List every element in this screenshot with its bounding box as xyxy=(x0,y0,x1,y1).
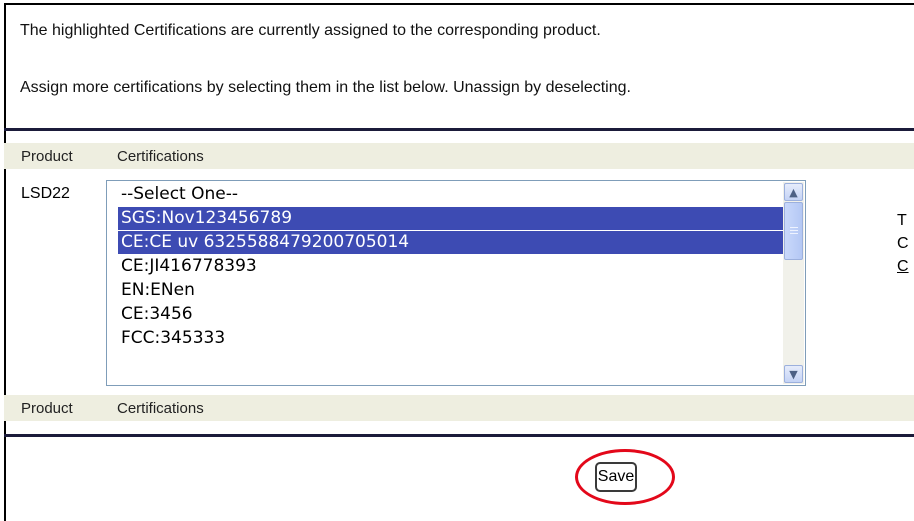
product-name: LSD22 xyxy=(21,185,70,202)
footer-product: Product xyxy=(21,400,73,417)
table-bottom-rule xyxy=(4,434,914,437)
certifications-listbox[interactable]: --Select One-- SGS:Nov123456789 CE:CE uv 6… xyxy=(106,180,806,386)
header-certifications: Certifications xyxy=(117,148,204,165)
table-top-rule xyxy=(4,128,914,131)
table-header-row: Product Certifications xyxy=(4,143,914,169)
certification-option[interactable]: CE:3456 xyxy=(118,303,784,326)
side-text-1: T xyxy=(897,212,907,229)
certification-option[interactable]: CE:CE uv 6325588479200705014 xyxy=(118,231,784,254)
certification-option[interactable]: CE:JI416778393 xyxy=(118,255,784,278)
intro-text-line2: Assign more certifications by selecting … xyxy=(20,79,631,96)
table-footer-row: Product Certifications xyxy=(4,395,914,421)
certification-option[interactable]: EN:ENen xyxy=(118,279,784,302)
certification-option[interactable]: SGS:Nov123456789 xyxy=(118,207,784,230)
scrollbar-thumb[interactable] xyxy=(784,202,803,260)
side-text-2: C xyxy=(897,235,909,252)
intro-text-line1: The highlighted Certifications are curre… xyxy=(20,22,601,39)
side-link[interactable]: C xyxy=(897,258,909,276)
scroll-down-icon[interactable]: ▼ xyxy=(784,365,803,383)
save-area: Save xyxy=(575,449,679,509)
footer-certifications: Certifications xyxy=(117,400,204,417)
header-product: Product xyxy=(21,148,73,165)
scroll-up-icon[interactable]: ▲ xyxy=(784,183,803,201)
listbox-scrollbar[interactable]: ▲ ▼ xyxy=(783,182,804,384)
certification-option[interactable]: --Select One-- xyxy=(118,183,784,206)
save-button[interactable]: Save xyxy=(595,462,637,492)
certification-option[interactable]: FCC:345333 xyxy=(118,327,784,350)
